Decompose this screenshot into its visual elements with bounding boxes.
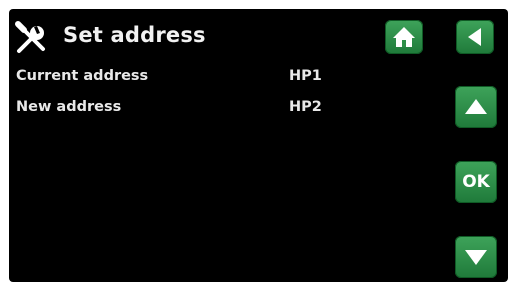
- home-icon: [393, 27, 415, 47]
- title-bar: Set address: [9, 9, 508, 63]
- tools-icon: [13, 21, 51, 55]
- down-arrow-icon: [465, 250, 487, 265]
- current-address-value: HP1: [289, 68, 322, 84]
- display-screen: Set address Current address HP1 New addr…: [9, 9, 508, 282]
- current-address-label: Current address: [16, 68, 149, 84]
- ok-label: OK: [462, 172, 490, 192]
- back-button[interactable]: [456, 20, 494, 54]
- home-button[interactable]: [385, 20, 423, 54]
- new-address-label: New address: [16, 99, 122, 115]
- new-address-value[interactable]: HP2: [289, 99, 322, 115]
- page-title: Set address: [63, 23, 206, 47]
- ok-button[interactable]: OK: [455, 161, 497, 203]
- up-button[interactable]: [455, 86, 497, 128]
- down-button[interactable]: [455, 236, 497, 278]
- up-arrow-icon: [465, 99, 487, 114]
- back-arrow-icon: [468, 28, 481, 46]
